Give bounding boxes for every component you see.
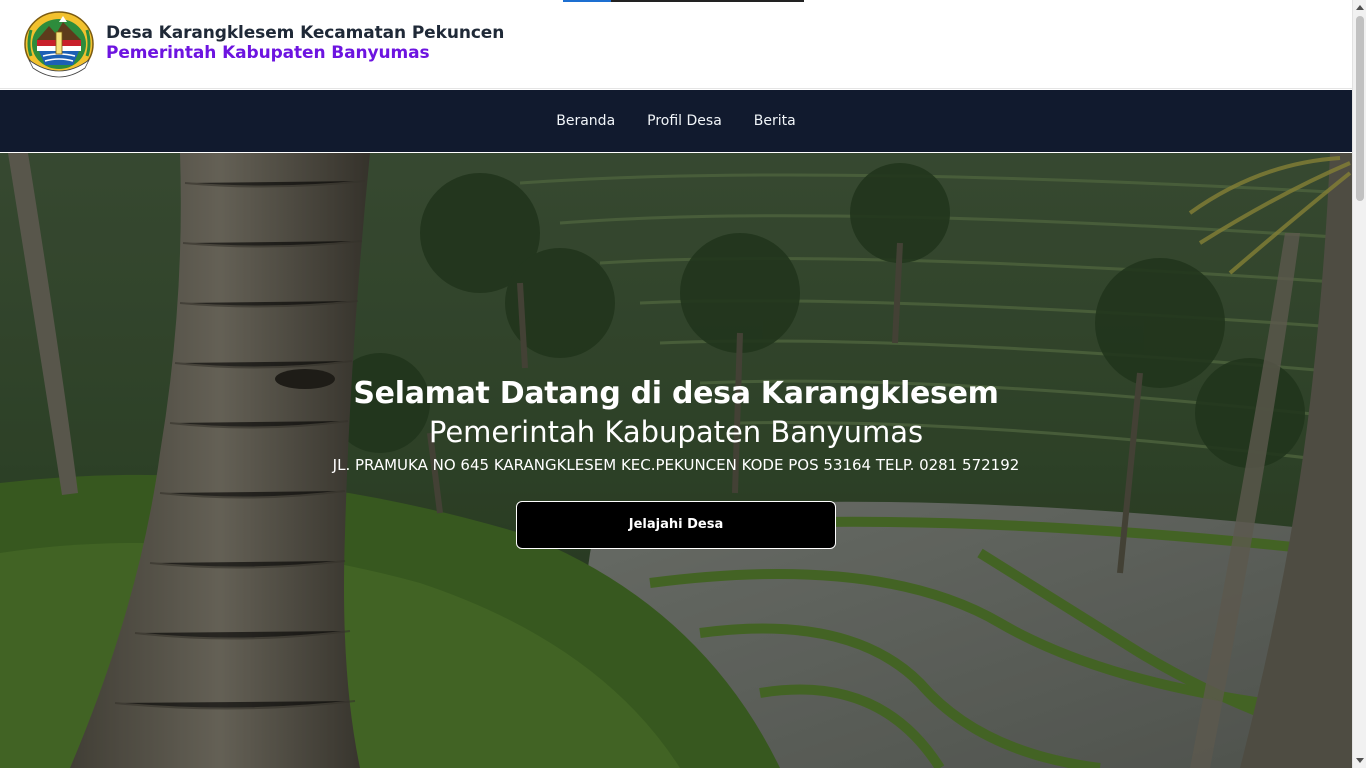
hero-title: Selamat Datang di desa Karangklesem (353, 376, 999, 411)
nav-item-profil-desa[interactable]: Profil Desa (647, 113, 722, 129)
hero-address: JL. PRAMUKA NO 645 KARANGKLESEM KEC.PEKU… (332, 456, 1020, 474)
banyumas-emblem-icon[interactable] (23, 10, 95, 78)
nav-item-berita[interactable]: Berita (754, 113, 796, 129)
scroll-down-arrow-icon[interactable] (1356, 758, 1364, 763)
page-loading-bar (563, 0, 804, 2)
explore-village-button[interactable]: Jelajahi Desa (516, 501, 836, 549)
site-subtitle[interactable]: Pemerintah Kabupaten Banyumas (106, 43, 430, 63)
page-scrollbar[interactable] (1352, 0, 1366, 768)
main-navigation: Beranda Profil Desa Berita (0, 90, 1352, 152)
hero-subtitle: Pemerintah Kabupaten Banyumas (428, 415, 924, 449)
hero-content: Selamat Datang di desa Karangklesem Peme… (0, 373, 1352, 549)
hero-section: Selamat Datang di desa Karangklesem Peme… (0, 153, 1352, 768)
scrollbar-thumb[interactable] (1356, 16, 1364, 201)
nav-item-beranda[interactable]: Beranda (556, 113, 615, 129)
scroll-up-arrow-icon[interactable] (1356, 5, 1364, 10)
page: Desa Karangklesem Kecamatan Pekuncen Pem… (0, 0, 1352, 768)
site-title[interactable]: Desa Karangklesem Kecamatan Pekuncen (106, 23, 504, 43)
site-header: Desa Karangklesem Kecamatan Pekuncen Pem… (0, 0, 1352, 89)
